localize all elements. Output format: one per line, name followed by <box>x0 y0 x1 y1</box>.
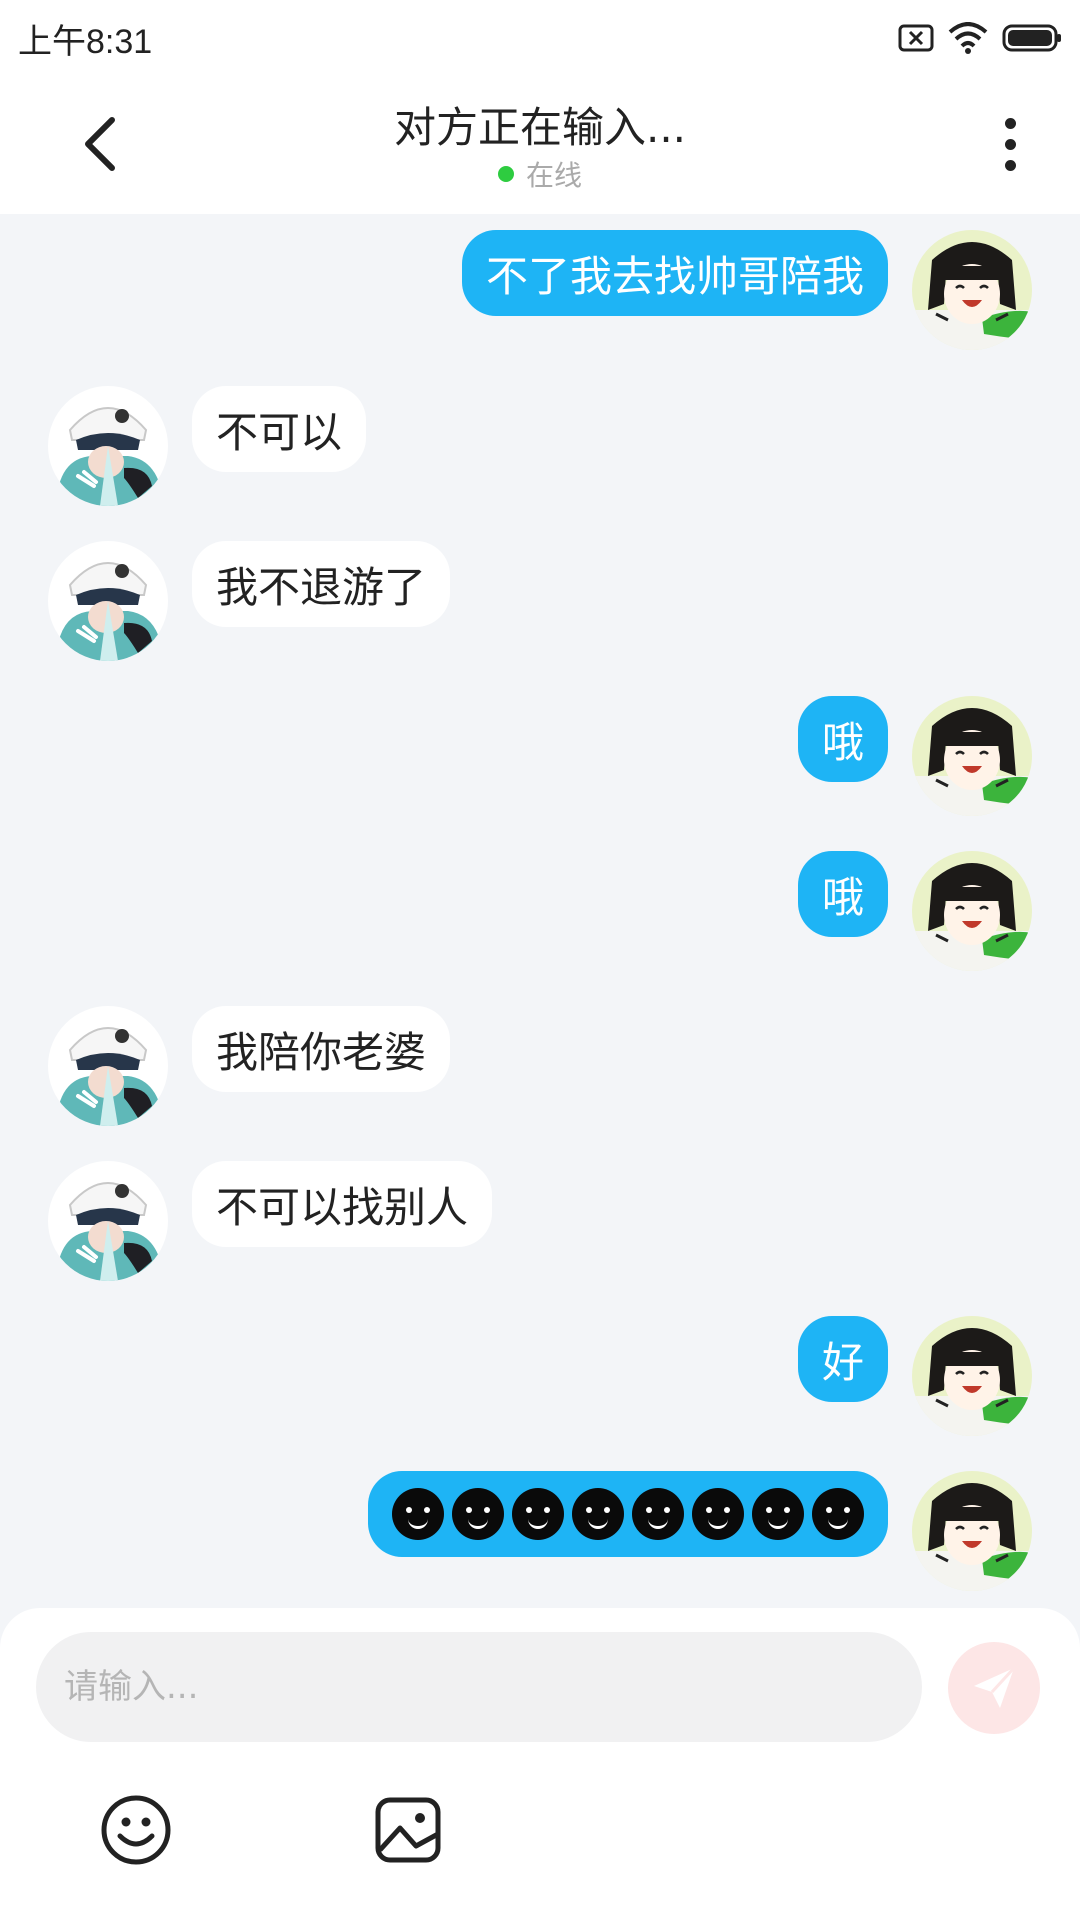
dark-face-emoji <box>692 1488 744 1540</box>
image-button[interactable] <box>372 1794 444 1866</box>
my-avatar[interactable] <box>912 696 1032 816</box>
dark-face-emoji <box>752 1488 804 1540</box>
dark-face-emoji <box>572 1488 624 1540</box>
dark-face-emoji <box>392 1488 444 1540</box>
more-options-button[interactable] <box>980 104 1040 184</box>
image-icon <box>375 1797 441 1863</box>
dark-face-emoji <box>812 1488 864 1540</box>
online-status: 在线 <box>0 154 1080 194</box>
my-avatar[interactable] <box>912 230 1032 350</box>
online-status-label: 在线 <box>525 159 582 192</box>
composer <box>0 1608 1080 1920</box>
message-bubble-received[interactable]: 不可以 <box>192 386 367 472</box>
page-title: 对方正在输入... <box>393 103 687 152</box>
status-time: 上午8:31 <box>18 23 153 61</box>
message-row: 不了我去找帅哥陪我 <box>0 214 1080 350</box>
status-bar: 上午8:31 <box>0 0 1080 74</box>
message-row: 我陪你老婆 <box>0 990 1080 1126</box>
contact-avatar[interactable] <box>48 1006 168 1126</box>
message-bubble-sent[interactable]: 不了我去找帅哥陪我 <box>461 230 888 316</box>
message-row: 不可以找别人 <box>0 1145 1080 1281</box>
message-row <box>0 1455 1080 1591</box>
message-bubble-received[interactable]: 不可以找别人 <box>192 1161 493 1247</box>
paper-plane-icon <box>974 1666 1016 1708</box>
smiley-icon <box>101 1795 171 1865</box>
message-row: 我不退游了 <box>0 525 1080 661</box>
message-bubble-sent[interactable]: 哦 <box>797 851 888 937</box>
status-icons <box>898 18 1062 58</box>
message-bubble-received[interactable]: 我不退游了 <box>192 541 451 627</box>
battery-icon <box>1002 24 1061 52</box>
online-dot <box>497 166 514 182</box>
my-avatar[interactable] <box>912 851 1032 971</box>
more-dot <box>1004 159 1016 171</box>
message-row: 好 <box>0 1300 1080 1436</box>
message-list[interactable]: 不了我去找帅哥陪我 不可以 我不退游了 哦 哦 我陪你老婆 不可以找别人 好 <box>0 214 1080 1604</box>
message-row: 哦 <box>0 680 1080 816</box>
chat-header: 对方正在输入... 在线 <box>0 74 1080 214</box>
send-button[interactable] <box>948 1642 1040 1734</box>
emoji-row <box>392 1488 864 1540</box>
more-dot <box>1004 138 1016 150</box>
dark-face-emoji <box>452 1488 504 1540</box>
dark-face-emoji <box>512 1488 564 1540</box>
sim-card-icon <box>898 24 934 52</box>
message-bubble-received[interactable]: 我陪你老婆 <box>192 1006 451 1092</box>
more-dot <box>1004 117 1016 129</box>
message-bubble-emoji[interactable] <box>368 1471 888 1557</box>
message-bubble-sent[interactable]: 哦 <box>797 696 888 782</box>
my-avatar[interactable] <box>912 1471 1032 1591</box>
contact-avatar[interactable] <box>48 541 168 661</box>
message-row: 不可以 <box>0 370 1080 506</box>
message-row: 哦 <box>0 835 1080 971</box>
contact-avatar[interactable] <box>48 1161 168 1281</box>
wifi-icon <box>948 22 988 54</box>
emoji-button[interactable] <box>100 1794 172 1866</box>
contact-avatar[interactable] <box>48 386 168 506</box>
message-bubble-sent[interactable]: 好 <box>797 1316 888 1402</box>
message-input[interactable] <box>36 1632 922 1742</box>
dark-face-emoji <box>632 1488 684 1540</box>
my-avatar[interactable] <box>912 1316 1032 1436</box>
